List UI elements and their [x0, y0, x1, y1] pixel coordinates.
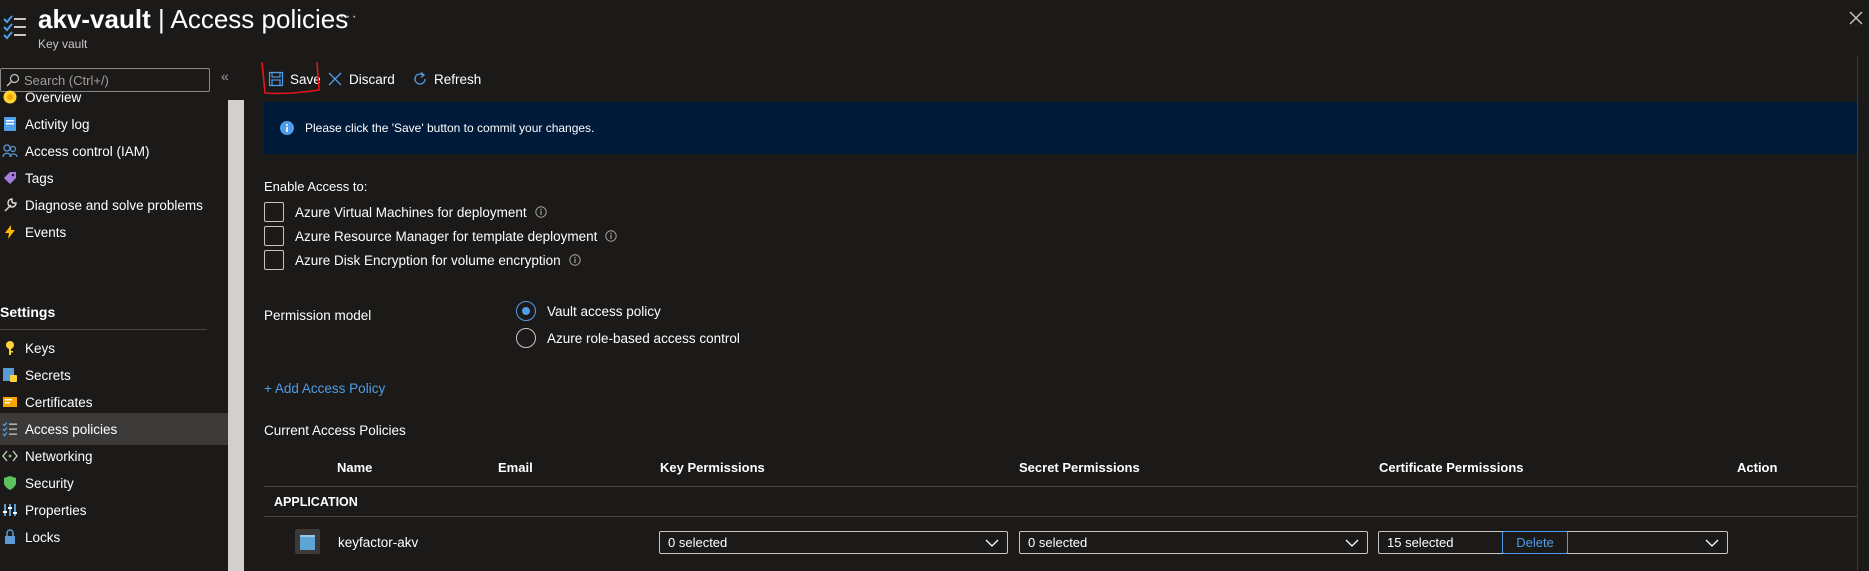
dropdown-value: 15 selected	[1387, 535, 1454, 550]
properties-icon	[3, 504, 17, 516]
add-access-policy-link[interactable]: + Add Access Policy	[264, 381, 385, 396]
sidebar-item-label: Certificates	[25, 394, 93, 410]
secret-permissions-dropdown[interactable]: 0 selected	[1019, 531, 1368, 554]
sidebar-item-label: Tags	[25, 170, 54, 186]
section-divider	[0, 329, 207, 330]
refresh-icon	[414, 72, 426, 85]
checkbox-label: Azure Disk Encryption for volume encrypt…	[295, 252, 561, 268]
close-icon[interactable]	[1848, 10, 1864, 26]
activity-log-icon	[4, 117, 16, 131]
delete-button[interactable]: Delete	[1502, 531, 1568, 554]
key-permissions-dropdown[interactable]: 0 selected	[659, 531, 1008, 554]
permission-model-label: Permission model	[264, 308, 372, 323]
checkbox-arm-deployment[interactable]: Azure Resource Manager for template depl…	[264, 226, 618, 246]
radio-button[interactable]	[516, 328, 536, 348]
column-header-key-permissions: Key Permissions	[660, 460, 765, 475]
radio-label: Azure role-based access control	[547, 330, 740, 346]
settings-section-header: Settings	[0, 304, 56, 320]
red-annotation-mark	[261, 61, 320, 95]
column-header-certificate-permissions: Certificate Permissions	[1379, 460, 1524, 475]
discard-button[interactable]: Discard	[327, 64, 395, 94]
radio-button[interactable]	[516, 301, 536, 321]
sidebar-item-events[interactable]: Events	[0, 216, 228, 248]
sidebar-item-label: Diagnose and solve problems	[25, 197, 203, 213]
info-icon	[280, 121, 294, 135]
chevron-down-icon	[1705, 539, 1719, 547]
sidebar-item-label: Properties	[25, 502, 87, 518]
sidebar-item-locks[interactable]: Locks	[0, 521, 228, 553]
sidebar-item-label: Secrets	[25, 367, 71, 383]
sidebar-item-label: Locks	[25, 529, 61, 545]
policy-name: keyfactor-akv	[338, 535, 419, 550]
access-policies-app-icon	[3, 15, 26, 40]
sidebar-scrollbar[interactable]	[228, 100, 244, 571]
key-icon	[6, 341, 14, 355]
column-header-secret-permissions: Secret Permissions	[1019, 460, 1140, 475]
enable-access-label: Enable Access to:	[264, 179, 368, 194]
secret-icon	[3, 368, 17, 382]
discard-icon	[328, 72, 342, 86]
sidebar: « Overview Activity log Access control (…	[0, 56, 244, 571]
discard-label: Discard	[349, 71, 395, 87]
sidebar-item-label: Overview	[25, 89, 82, 105]
column-header-action: Action	[1737, 460, 1778, 475]
refresh-label: Refresh	[434, 71, 482, 87]
info-banner-text: Please click the 'Save' button to commit…	[305, 121, 595, 135]
info-banner: Please click the 'Save' button to commit…	[264, 102, 1869, 154]
info-tooltip-icon[interactable]	[534, 206, 547, 218]
page-subtitle: Key vault	[38, 37, 88, 51]
blade-name: | Access policies	[150, 4, 349, 34]
overview-icon	[3, 90, 17, 104]
sidebar-item-label: Activity log	[25, 116, 90, 132]
info-tooltip-icon[interactable]	[605, 230, 618, 242]
chevron-down-icon	[1345, 539, 1359, 547]
lock-icon	[5, 529, 15, 544]
blade-header: akv-vault | Access policies Key vault ··…	[0, 0, 1869, 56]
dropdown-value: 0 selected	[1028, 535, 1088, 550]
sidebar-item-label: Security	[25, 475, 74, 491]
checkbox-vm-deployment[interactable]: Azure Virtual Machines for deployment	[264, 202, 547, 222]
table-divider	[264, 486, 1869, 487]
tag-icon	[4, 172, 16, 184]
radio-rbac[interactable]: Azure role-based access control	[516, 328, 740, 348]
more-options-icon[interactable]: ···	[339, 8, 358, 26]
radio-vault-access-policy[interactable]: Vault access policy	[516, 301, 661, 321]
command-bar: Save Discard Refresh	[264, 64, 1864, 94]
page-title: akv-vault | Access policies	[38, 4, 348, 35]
sidebar-item-label: Access control (IAM)	[25, 143, 150, 159]
checkbox[interactable]	[264, 202, 284, 222]
content-scrollbar[interactable]	[1857, 56, 1869, 571]
checkbox-label: Azure Resource Manager for template depl…	[295, 228, 598, 244]
networking-icon	[2, 450, 18, 462]
checkbox-label: Azure Virtual Machines for deployment	[295, 204, 527, 220]
radio-label: Vault access policy	[547, 303, 661, 319]
certificate-icon	[3, 397, 17, 407]
iam-icon	[2, 144, 18, 158]
sidebar-item-label: Networking	[25, 448, 93, 464]
sidebar-item-label: Events	[25, 224, 67, 240]
current-access-policies-label: Current Access Policies	[264, 423, 406, 438]
application-icon	[295, 529, 320, 554]
main-content: Save Discard Refresh Please click the 'S…	[244, 56, 1869, 571]
chevron-down-icon	[985, 539, 999, 547]
sidebar-item-label: Keys	[25, 340, 56, 356]
checkbox[interactable]	[264, 226, 284, 246]
info-tooltip-icon[interactable]	[568, 254, 581, 266]
checkbox[interactable]	[264, 250, 284, 270]
resource-name: akv-vault	[38, 4, 151, 34]
refresh-button[interactable]: Refresh	[412, 64, 481, 94]
sidebar-item-label: Access policies	[25, 421, 118, 437]
lightning-icon	[5, 225, 15, 239]
dropdown-value: 0 selected	[668, 535, 728, 550]
wrench-icon	[4, 198, 17, 212]
column-header-name: Name	[337, 460, 373, 475]
column-header-email: Email	[498, 460, 533, 475]
group-header-application: APPLICATION	[274, 495, 358, 509]
table-divider	[264, 516, 1869, 517]
checkbox-disk-encryption[interactable]: Azure Disk Encryption for volume encrypt…	[264, 250, 581, 270]
access-policies-icon	[2, 422, 17, 437]
shield-icon	[4, 476, 16, 490]
